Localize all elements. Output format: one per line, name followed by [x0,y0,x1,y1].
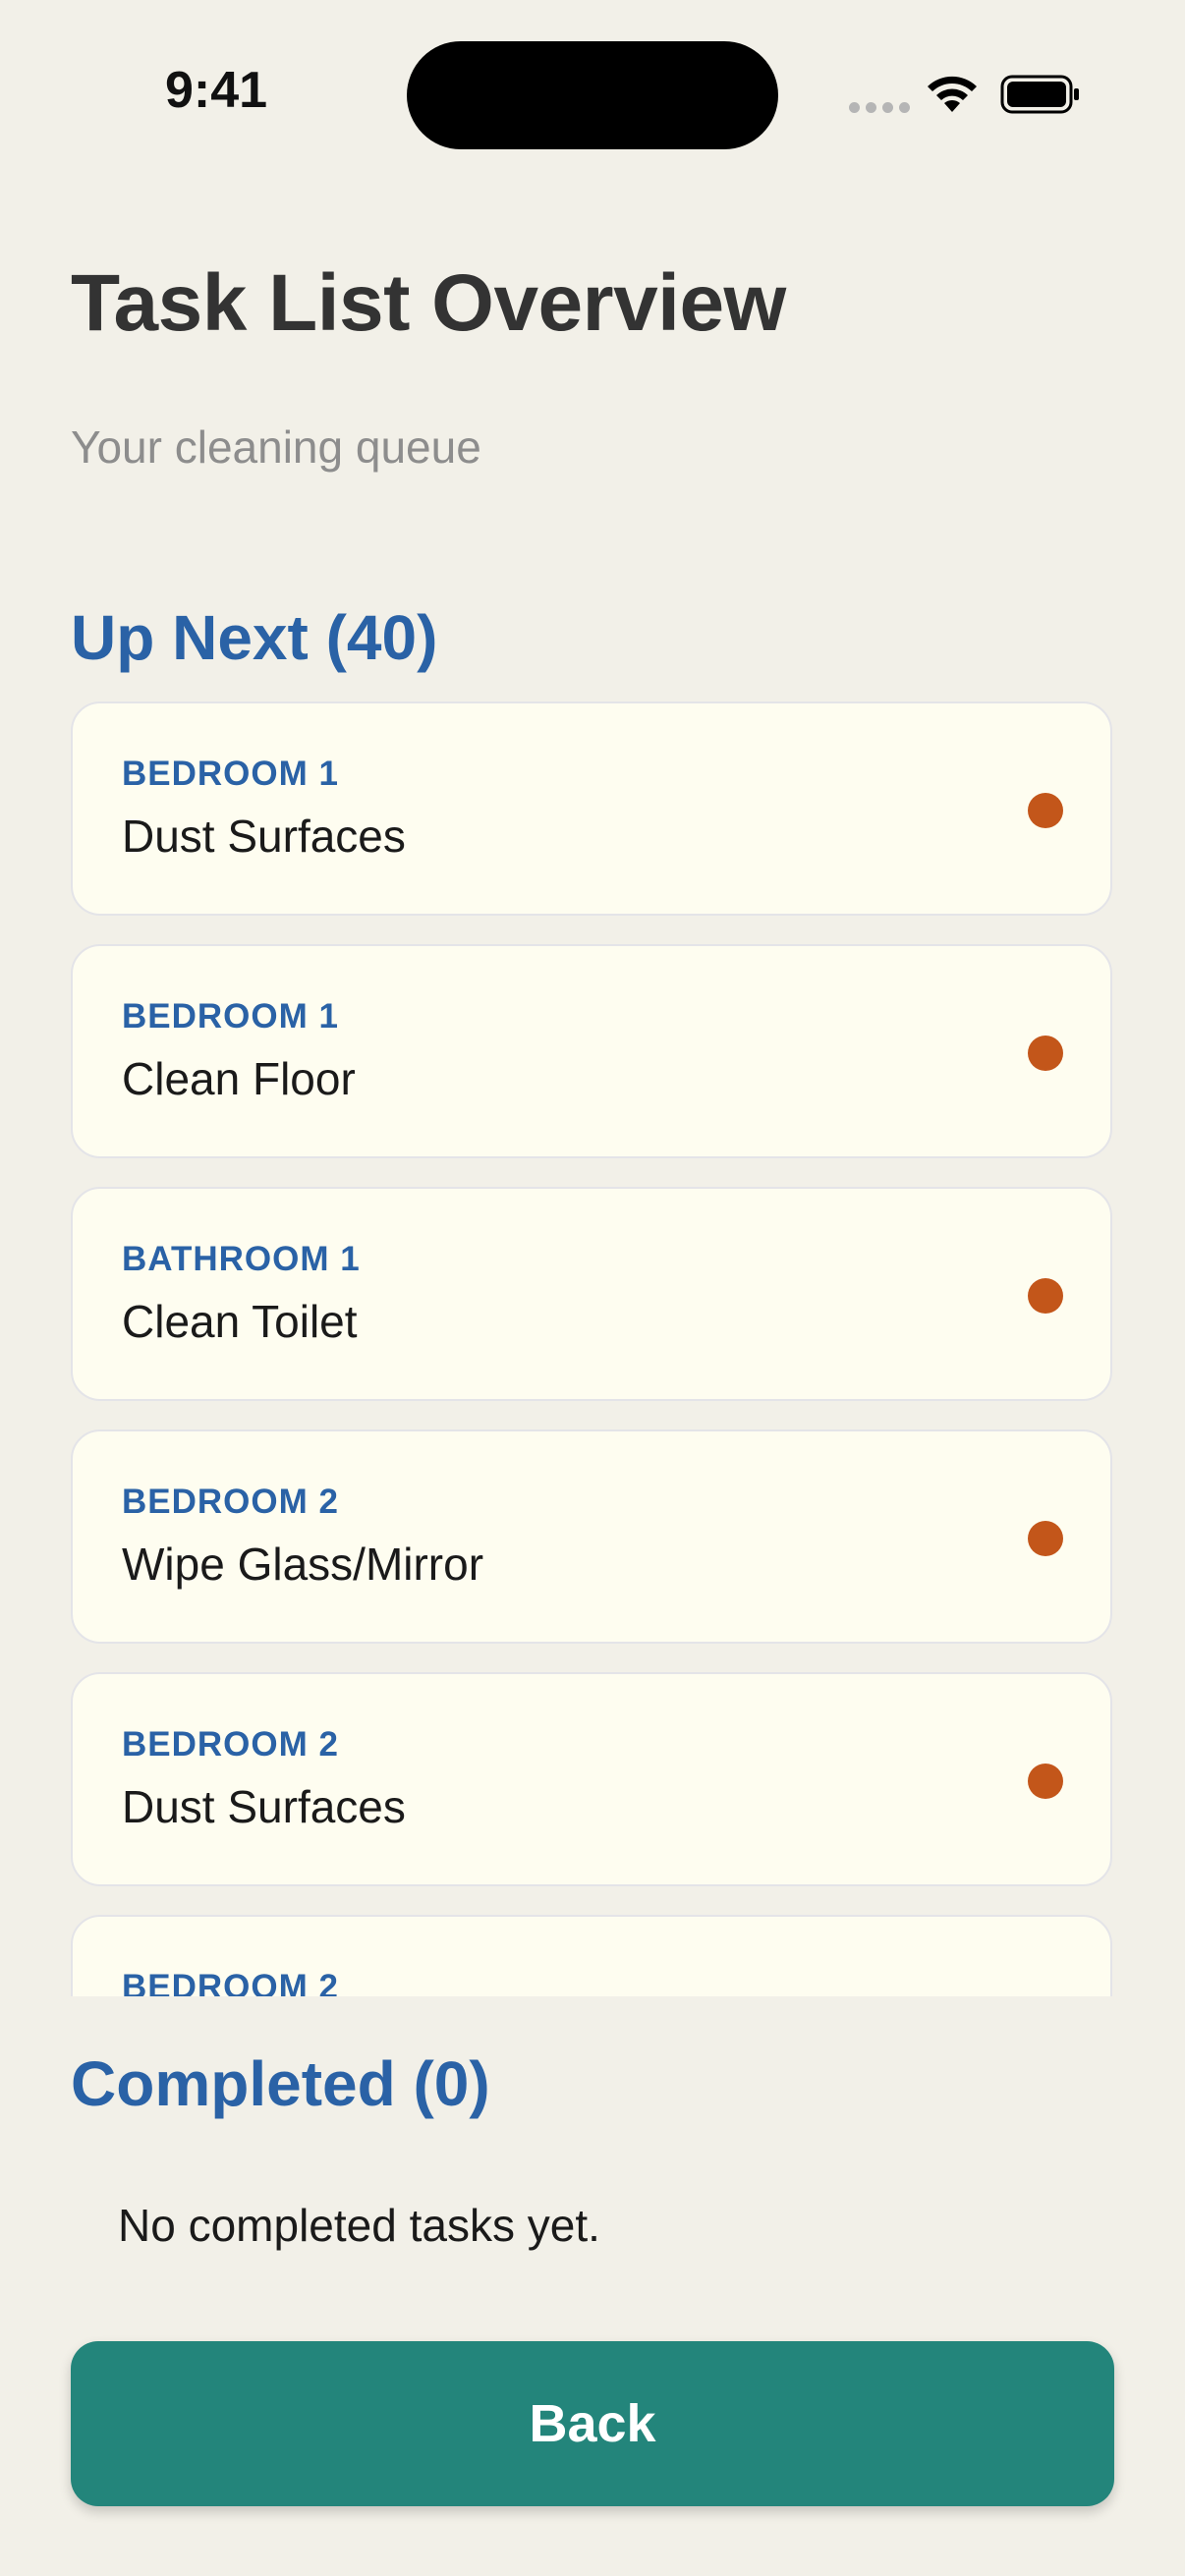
task-card[interactable]: BEDROOM 1 Dust Surfaces [71,701,1112,916]
task-room-label: BEDROOM 1 [122,755,339,793]
task-name: Dust Surfaces [122,1781,406,1832]
up-next-task-list[interactable]: BEDROOM 1 Dust Surfaces BEDROOM 1 Clean … [71,701,1114,1996]
task-room-label: BEDROOM 1 [122,997,339,1036]
task-room-label: BEDROOM 2 [122,1725,339,1764]
task-card[interactable]: BEDROOM 2 [71,1915,1112,1996]
task-card[interactable]: BEDROOM 1 Clean Floor [71,944,1112,1158]
task-name: Dust Surfaces [122,811,406,862]
completed-heading: Completed (0) [71,2048,490,2119]
task-status-dot [1028,1278,1063,1314]
task-list-overview-screen: 9:41 Task List Overview Your cleaning qu… [0,0,1185,2576]
task-room-label: BATHROOM 1 [122,1240,361,1278]
up-next-heading: Up Next (40) [71,602,438,673]
wifi-icon [928,76,977,112]
task-name: Clean Toilet [122,1296,358,1347]
completed-empty-message: No completed tasks yet. [118,2200,600,2251]
status-time: 9:41 [165,62,268,119]
task-name: Wipe Glass/Mirror [122,1539,484,1590]
task-status-dot [1028,1036,1063,1071]
task-status-dot [1028,793,1063,828]
task-status-dot [1028,1521,1063,1556]
dynamic-island [407,41,778,149]
task-status-dot [1028,1764,1063,1799]
task-room-label: BEDROOM 2 [122,1483,339,1521]
task-name: Clean Floor [122,1053,356,1104]
task-card[interactable]: BEDROOM 2 Wipe Glass/Mirror [71,1429,1112,1644]
cellular-signal-icon [849,102,910,113]
page-subtitle: Your cleaning queue [71,421,481,473]
task-room-label: BEDROOM 2 [122,1968,339,1996]
task-card[interactable]: BATHROOM 1 Clean Toilet [71,1187,1112,1401]
page-title: Task List Overview [71,258,786,348]
battery-icon [1000,75,1079,114]
task-card[interactable]: BEDROOM 2 Dust Surfaces [71,1672,1112,1886]
back-button[interactable]: Back [71,2341,1114,2506]
